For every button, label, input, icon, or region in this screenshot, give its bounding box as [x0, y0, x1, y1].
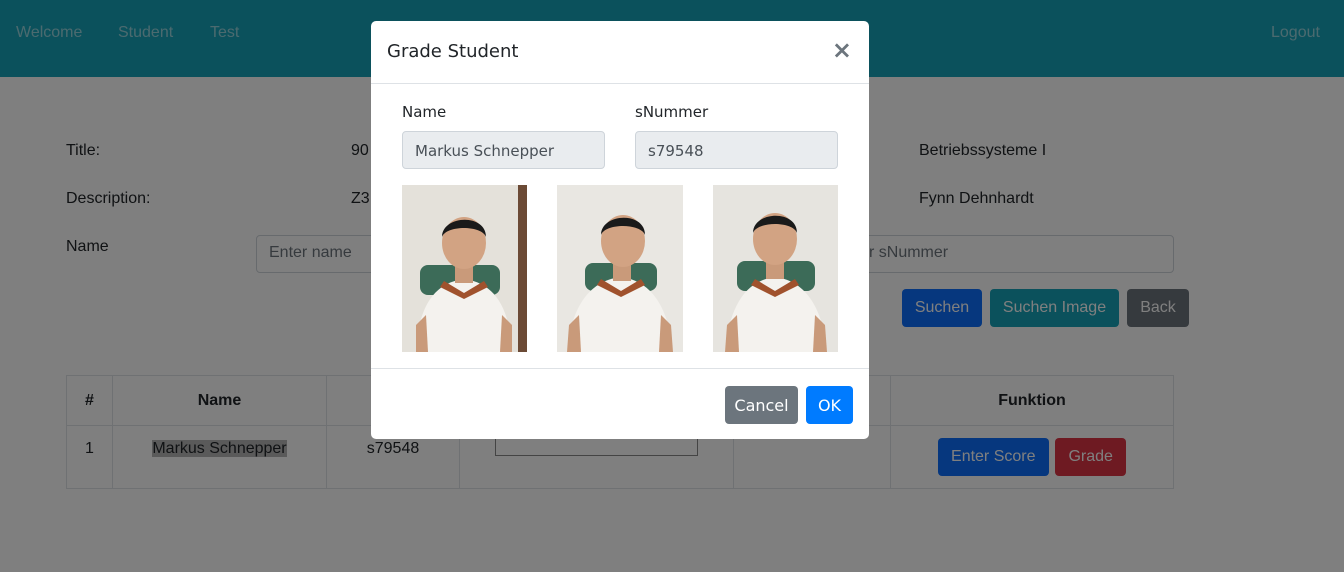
student-photo-1 — [402, 185, 527, 352]
cancel-button[interactable]: Cancel — [725, 386, 798, 424]
modal-snummer-label: sNummer — [635, 103, 709, 121]
modal-snummer-field: s79548 — [635, 131, 838, 169]
student-photo-2 — [557, 185, 683, 352]
grade-student-modal: Grade Student × Name sNummer Markus Schn… — [371, 21, 869, 439]
modal-snummer-value: s79548 — [648, 142, 704, 160]
modal-title: Grade Student — [387, 41, 519, 62]
student-photo-3 — [713, 185, 838, 352]
ok-button[interactable]: OK — [806, 386, 853, 424]
modal-name-value: Markus Schnepper — [415, 142, 555, 160]
modal-header: Grade Student × — [371, 21, 869, 84]
close-icon[interactable]: × — [832, 38, 852, 62]
modal-name-field: Markus Schnepper — [402, 131, 605, 169]
modal-footer: Cancel OK — [371, 368, 869, 439]
modal-name-label: Name — [402, 103, 447, 121]
